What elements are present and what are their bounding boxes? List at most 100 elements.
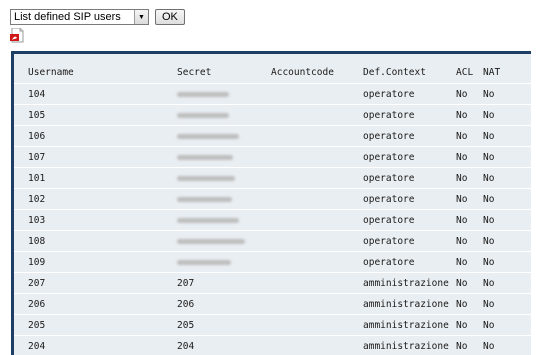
cell-context: amministrazione [363, 278, 449, 289]
cell-username: 207 [28, 278, 46, 289]
cell-nat: No [483, 236, 495, 247]
cell-username: 109 [28, 257, 46, 268]
cell-acl: No [456, 278, 468, 289]
cell-username: 105 [28, 110, 46, 121]
redacted-secret [177, 113, 229, 118]
report-select-value: List defined SIP users [14, 11, 121, 23]
table-row: 104 operatore No No [14, 83, 531, 104]
cell-context: operatore [363, 131, 415, 142]
header-secret: Secret [177, 67, 212, 78]
table-row: 101 operatore No No [14, 167, 531, 188]
redacted-secret [177, 218, 239, 223]
table-row: 206 206 amministrazione No No [14, 293, 531, 314]
cell-context: operatore [363, 194, 415, 205]
cell-secret [177, 173, 235, 184]
cell-secret: 207 [177, 278, 195, 289]
cell-username: 103 [28, 215, 46, 226]
cell-context: amministrazione [363, 299, 449, 310]
cell-acl: No [456, 236, 468, 247]
header-acl: ACL [456, 67, 474, 78]
cell-context: operatore [363, 236, 415, 247]
cell-nat: No [483, 299, 495, 310]
ok-button[interactable]: OK [155, 9, 185, 25]
cell-username: 102 [28, 194, 46, 205]
cell-context: amministrazione [363, 320, 449, 331]
cell-nat: No [483, 152, 495, 163]
cell-nat: No [483, 215, 495, 226]
pdf-export-icon[interactable] [10, 27, 24, 43]
report-select[interactable]: List defined SIP users ▼ [10, 9, 149, 25]
cell-nat: No [483, 131, 495, 142]
cell-nat: No [483, 89, 495, 100]
cell-secret [177, 215, 239, 226]
cell-nat: No [483, 194, 495, 205]
toolbar: List defined SIP users ▼ OK [10, 9, 185, 25]
cell-username: 101 [28, 173, 46, 184]
cell-nat: No [483, 173, 495, 184]
cell-acl: No [456, 152, 468, 163]
cell-username: 106 [28, 131, 46, 142]
redacted-secret [177, 176, 235, 181]
cell-secret [177, 131, 239, 142]
header-nat: NAT [483, 67, 501, 78]
cell-acl: No [456, 341, 468, 352]
cell-context: amministrazione [363, 341, 449, 352]
cell-acl: No [456, 320, 468, 331]
cell-username: 108 [28, 236, 46, 247]
table-row: 103 operatore No No [14, 209, 531, 230]
cell-acl: No [456, 110, 468, 121]
cell-context: operatore [363, 89, 415, 100]
table-row: 205 205 amministrazione No No [14, 314, 531, 335]
chevron-down-icon[interactable]: ▼ [134, 10, 148, 24]
cell-secret [177, 152, 233, 163]
table-row: 102 operatore No No [14, 188, 531, 209]
table-row: 109 operatore No No [14, 251, 531, 272]
cell-username: 206 [28, 299, 46, 310]
cell-secret: 206 [177, 299, 195, 310]
table-row: 204 204 amministrazione No No [14, 335, 531, 355]
table-row: 106 operatore No No [14, 125, 531, 146]
cell-nat: No [483, 257, 495, 268]
cell-acl: No [456, 194, 468, 205]
redacted-secret [177, 155, 233, 160]
cell-secret: 205 [177, 320, 195, 331]
cell-nat: No [483, 278, 495, 289]
cell-username: 104 [28, 89, 46, 100]
cell-secret [177, 194, 232, 205]
cell-acl: No [456, 131, 468, 142]
redacted-secret [177, 260, 231, 265]
cell-context: operatore [363, 173, 415, 184]
cell-secret [177, 89, 229, 100]
table-row: 207 207 amministrazione No No [14, 272, 531, 293]
sip-users-table: Username Secret Accountcode Def.Context … [11, 51, 531, 355]
redacted-secret [177, 134, 239, 139]
table-header: Username Secret Accountcode Def.Context … [14, 62, 531, 83]
table-row: 108 operatore No No [14, 230, 531, 251]
cell-acl: No [456, 89, 468, 100]
table-row: 107 operatore No No [14, 146, 531, 167]
header-accountcode: Accountcode [271, 67, 334, 78]
cell-username: 107 [28, 152, 46, 163]
cell-username: 204 [28, 341, 46, 352]
cell-context: operatore [363, 110, 415, 121]
redacted-secret [177, 197, 232, 202]
table-row: 105 operatore No No [14, 104, 531, 125]
cell-secret [177, 236, 245, 247]
cell-context: operatore [363, 215, 415, 226]
redacted-secret [177, 92, 229, 97]
header-username: Username [28, 67, 74, 78]
cell-context: operatore [363, 257, 415, 268]
cell-secret [177, 110, 229, 121]
cell-acl: No [456, 257, 468, 268]
header-context: Def.Context [363, 67, 426, 78]
cell-username: 205 [28, 320, 46, 331]
cell-acl: No [456, 299, 468, 310]
cell-nat: No [483, 320, 495, 331]
cell-secret: 204 [177, 341, 195, 352]
cell-nat: No [483, 341, 495, 352]
cell-context: operatore [363, 152, 415, 163]
cell-nat: No [483, 110, 495, 121]
redacted-secret [177, 239, 245, 244]
cell-acl: No [456, 215, 468, 226]
cell-acl: No [456, 173, 468, 184]
